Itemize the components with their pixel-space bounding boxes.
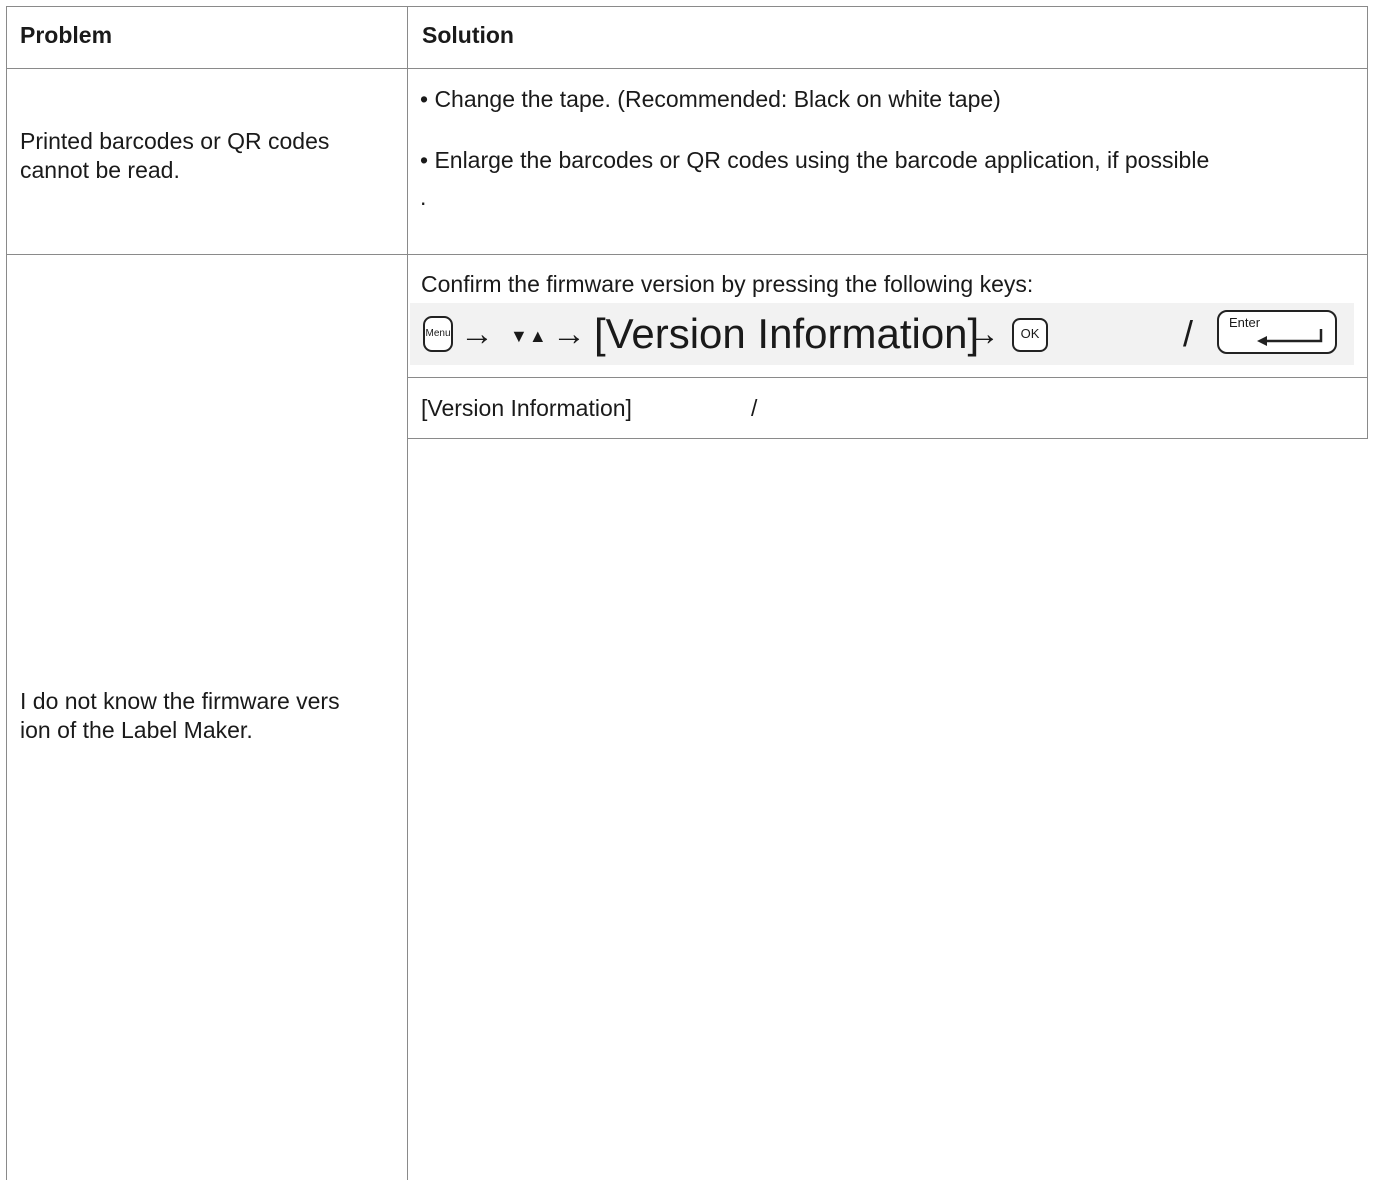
row2-solution-intro: Confirm the firmware version by pressing… [421,271,1034,297]
table-top-border [6,6,1368,7]
row2-problem-line2: ion of the Label Maker. [20,717,253,743]
ok-key-icon: OK [1012,318,1048,352]
header-solution: Solution [422,22,514,48]
row2-problem-line1: I do not know the firmware vers [20,688,340,714]
row1-solution-item2-wrap: . [420,184,427,210]
row1-solution-item1: • Change the tape. (Recommended: Black o… [420,86,1001,112]
subrow-version-information-label: [Version Information] [421,395,632,421]
arrow-icon: → [460,315,494,353]
version-information-key-label: [Version Information] [594,310,980,357]
enter-key-icon: Enter [1217,310,1337,354]
return-arrow-icon [1257,329,1323,346]
table-right-border [1367,6,1368,439]
row1-problem-line1: Printed barcodes or QR codes [20,128,330,154]
subrow-bottom-border [407,438,1368,439]
row1-bottom-border [6,254,1368,255]
arrow-icon: → [552,315,586,353]
row1-solution-item2: • Enlarge the barcodes or QR codes using… [420,147,1210,173]
table-left-border [6,6,7,1180]
menu-key-icon: Menu [423,316,453,352]
header-bottom-border [6,68,1368,69]
row1-problem-line2: cannot be read. [20,157,180,183]
subrow-divider [407,377,1368,378]
column-divider [407,6,408,1180]
nav-keys-icon: ▼▲ [510,326,548,346]
subrow-separator: / [751,395,758,421]
key-separator: / [1183,313,1194,354]
header-problem: Problem [20,22,113,48]
arrow-icon: → [966,315,1000,353]
